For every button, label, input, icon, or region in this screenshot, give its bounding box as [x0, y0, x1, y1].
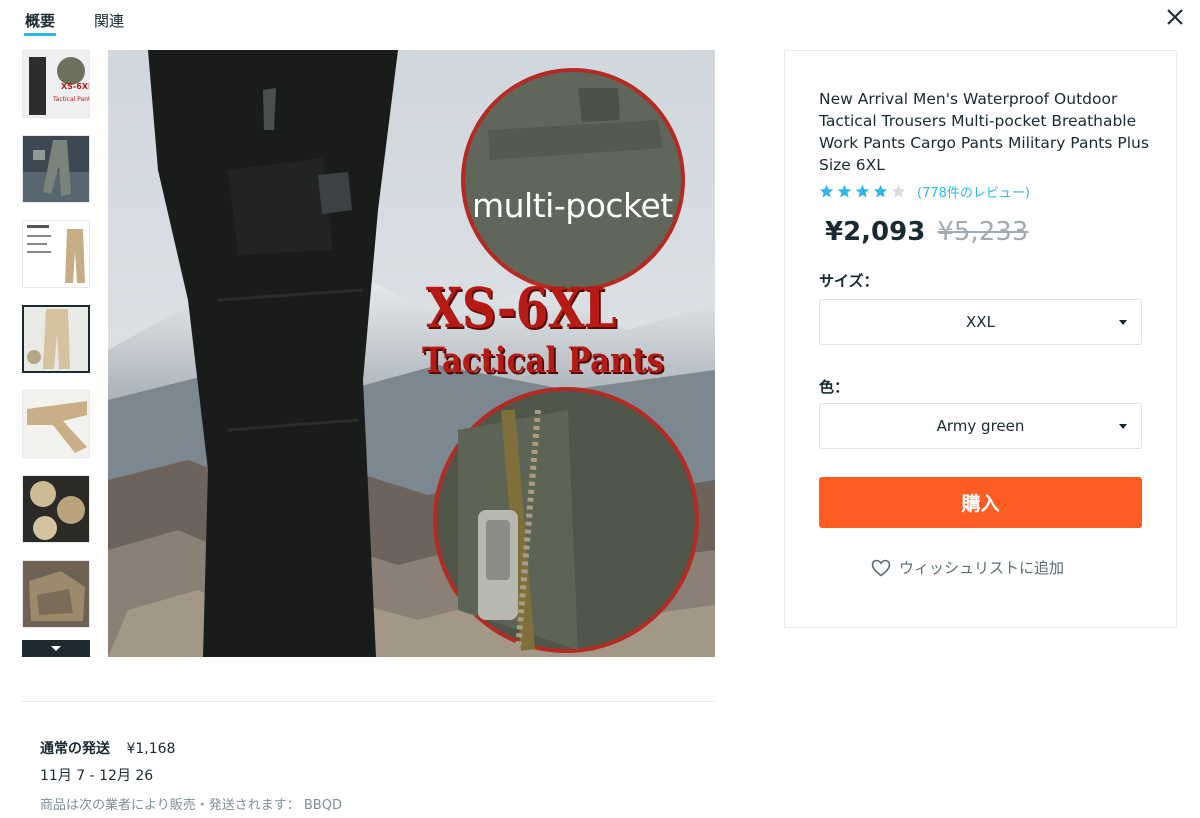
image-caption-size-range: XS-6XL: [426, 275, 617, 340]
thumbnail-list: XS-6XL Tactical Pants: [22, 50, 92, 645]
product-title: New Arrival Men's Waterproof Outdoor Tac…: [819, 90, 1149, 174]
chevron-down-icon[interactable]: [22, 640, 90, 657]
divider: [22, 701, 715, 702]
original-price: ¥5,233: [937, 217, 1029, 247]
rating: (778件のレビュー): [819, 182, 1030, 201]
tab-related[interactable]: 関連: [94, 0, 124, 36]
thumbnail-4[interactable]: [22, 305, 90, 373]
price-row: ¥2,093 ¥5,233: [825, 217, 1028, 247]
heart-icon: [871, 559, 891, 577]
thumbnail-2[interactable]: [22, 135, 90, 203]
star-empty-icon: [891, 184, 906, 198]
price: ¥2,093: [825, 217, 926, 247]
thumbnail-6[interactable]: [22, 475, 90, 543]
thumbnail-7[interactable]: [22, 560, 90, 628]
star-icon: [837, 184, 852, 198]
buy-button[interactable]: 購入: [819, 477, 1142, 528]
delivery-dates: 11月 7 - 12月 26: [40, 768, 154, 784]
color-select[interactable]: Army green: [819, 403, 1142, 449]
review-count-link[interactable]: (778件のレビュー): [917, 182, 1030, 201]
image-caption-name: Tactical Pants: [422, 340, 664, 381]
caret-down-icon: [1119, 424, 1127, 429]
shipping-row: 通常の発送 ¥1,168: [40, 738, 175, 758]
main-product-image: multi-pocket XS-6XL Tactical Pants: [108, 50, 715, 657]
shipping-label: 通常の発送: [40, 741, 110, 757]
color-label: 色：: [819, 378, 850, 396]
tab-overview[interactable]: 概要: [24, 0, 57, 36]
shipping-cost: ¥1,168: [126, 741, 176, 757]
thumbnail-3[interactable]: [22, 220, 90, 288]
size-label: サイズ：: [819, 272, 879, 290]
close-icon[interactable]: [1164, 6, 1186, 28]
add-to-wishlist-button[interactable]: ウィッシュリストに追加: [871, 557, 1064, 578]
thumbnail-5[interactable]: [22, 390, 90, 458]
svg-text:XS-6XL: XS-6XL: [61, 82, 90, 91]
caret-down-icon: [1119, 320, 1127, 325]
wishlist-label: ウィッシュリストに追加: [899, 559, 1065, 577]
star-icon: [873, 184, 888, 198]
image-caption-multi-pocket: multi-pocket: [472, 186, 673, 225]
color-value: Army green: [936, 417, 1025, 435]
tab-bar: 概要 関連: [24, 0, 124, 40]
size-value: XXL: [966, 313, 995, 331]
size-select[interactable]: XXL: [819, 299, 1142, 345]
thumbnail-1[interactable]: XS-6XL Tactical Pants: [22, 50, 90, 118]
star-icon: [819, 184, 834, 198]
star-icon: [855, 184, 870, 198]
svg-text:Tactical Pants: Tactical Pants: [52, 96, 90, 103]
product-detail-panel: New Arrival Men's Waterproof Outdoor Tac…: [784, 50, 1177, 628]
seller-info: 商品は次の業者により販売・発送されます： BBQD: [40, 798, 342, 813]
